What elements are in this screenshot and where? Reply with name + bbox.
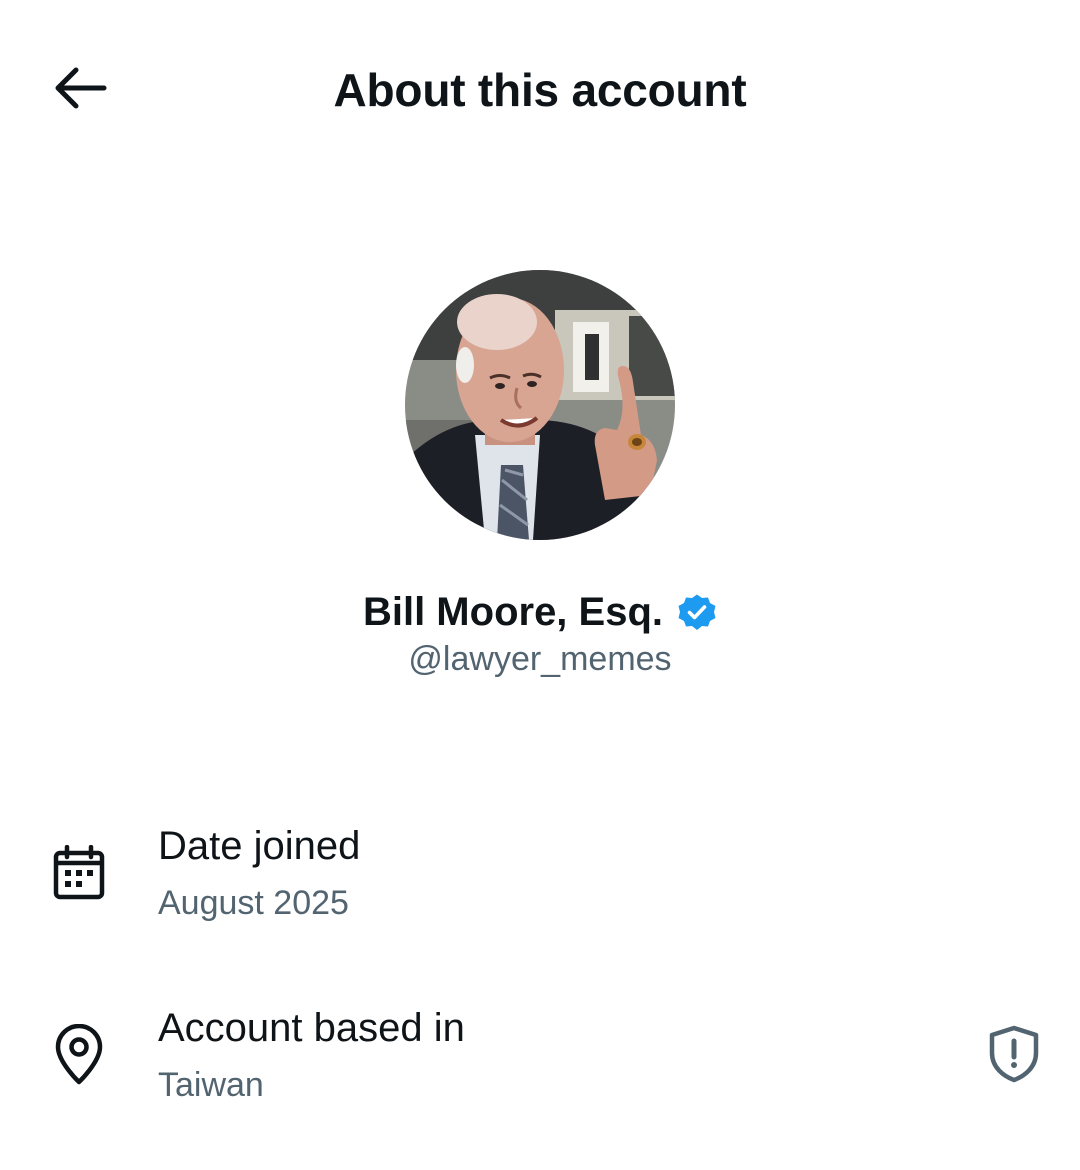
calendar-icon	[50, 842, 108, 904]
location-pin-icon	[50, 1024, 108, 1086]
display-name: Bill Moore, Esq.	[362, 590, 664, 634]
top-bar: About this account	[0, 0, 1080, 180]
date-joined-label: Date joined	[158, 824, 361, 868]
avatar[interactable]	[405, 270, 675, 540]
account-based-in-row: Account based in Taiwan	[0, 994, 1080, 1114]
page-title: About this account	[333, 64, 747, 116]
account-based-in-value: Taiwan	[158, 1066, 264, 1104]
profile-handle: @lawyer_memes	[408, 640, 672, 678]
date-joined-row: Date joined August 2025	[0, 812, 1080, 932]
shield-alert-button[interactable]	[982, 1024, 1046, 1088]
shield-alert-icon	[988, 1025, 1040, 1088]
account-based-in-label: Account based in	[158, 1006, 465, 1050]
profile-name-row: Bill Moore, Esq.	[0, 584, 1080, 640]
verified-badge-icon	[677, 593, 717, 633]
date-joined-value: August 2025	[158, 884, 349, 922]
